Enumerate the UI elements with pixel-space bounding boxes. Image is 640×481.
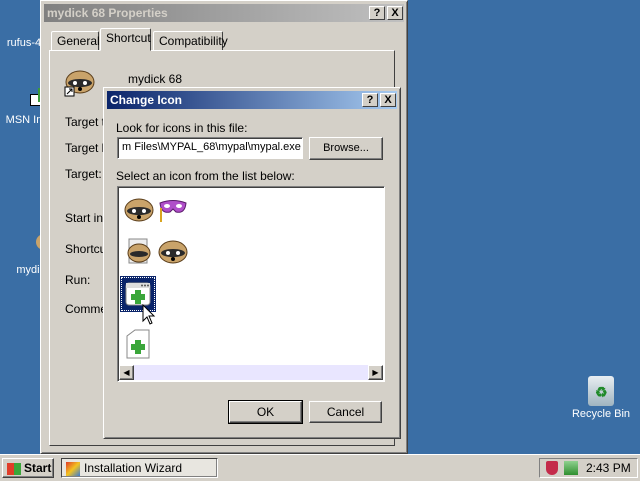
- scroll-left-button[interactable]: ◀: [119, 365, 134, 380]
- wizard-icon: [66, 461, 80, 476]
- rufus-icon: [8, 5, 40, 35]
- msn-icon: [8, 86, 46, 112]
- clock[interactable]: 2:43 PM: [586, 461, 631, 475]
- desktop-icon-recycle-bin[interactable]: ♻ Recycle Bin: [568, 376, 634, 420]
- field-label: Start in:: [65, 211, 107, 225]
- task-label: Installation Wizard: [84, 461, 183, 475]
- change-icon-titlebar[interactable]: Change Icon ? X: [107, 91, 397, 109]
- raccoon-icon[interactable]: [121, 191, 157, 227]
- doc-plus-icon[interactable]: [120, 326, 156, 362]
- raccoon-icon[interactable]: [155, 233, 191, 269]
- field-label: Shortcu: [65, 242, 107, 256]
- windows-logo-icon: [7, 462, 21, 475]
- desktop-icon-label: Recycle Bin: [571, 408, 631, 420]
- shortcut-raccoon-icon: [63, 65, 97, 97]
- start-label: Start: [24, 461, 52, 475]
- help-button[interactable]: ?: [362, 93, 378, 107]
- window-title: mydick 68 Properties: [47, 6, 168, 20]
- recycle-bin-icon: ♻: [588, 376, 614, 406]
- network-icon[interactable]: [564, 461, 578, 475]
- scroll-right-button[interactable]: ▶: [368, 365, 383, 380]
- select-icon-label: Select an icon from the list below:: [116, 169, 295, 183]
- icon-list[interactable]: ◀ ▶: [117, 186, 385, 382]
- field-label: Target:: [65, 167, 102, 181]
- browse-button[interactable]: Browse...: [309, 137, 383, 160]
- ok-button[interactable]: OK: [229, 401, 302, 423]
- change-icon-dialog: Change Icon ? X Look for icons in this f…: [103, 87, 401, 439]
- shield-icon[interactable]: [546, 461, 558, 475]
- shortcut-name: mydick 68: [128, 72, 183, 86]
- help-button[interactable]: ?: [369, 6, 385, 20]
- dialog-title: Change Icon: [110, 93, 183, 107]
- look-for-label: Look for icons in this file:: [116, 121, 248, 135]
- mask-icon[interactable]: [155, 191, 191, 227]
- tab-compatibility[interactable]: Compatibility: [153, 31, 228, 51]
- cancel-button[interactable]: Cancel: [309, 401, 382, 423]
- taskbar: Start Installation Wizard 2:43 PM: [0, 454, 640, 481]
- file-path-value: m Files\MYPAL_68\mypal\mypal.exe: [122, 141, 301, 153]
- start-button[interactable]: Start: [2, 458, 54, 478]
- taskbar-item-installation-wizard[interactable]: Installation Wizard: [61, 458, 218, 478]
- tab-shortcut[interactable]: Shortcut: [100, 28, 151, 51]
- file-path-input[interactable]: m Files\MYPAL_68\mypal\mypal.exe: [117, 137, 303, 159]
- close-button[interactable]: X: [387, 6, 403, 20]
- raccoon-doc-icon[interactable]: [121, 233, 157, 269]
- system-tray: 2:43 PM: [539, 458, 638, 478]
- mouse-cursor-icon: [142, 304, 156, 325]
- field-label: Run:: [65, 273, 91, 287]
- tab-general[interactable]: General: [51, 31, 100, 51]
- properties-titlebar[interactable]: mydick 68 Properties ? X: [44, 4, 404, 22]
- close-button[interactable]: X: [380, 93, 396, 107]
- horizontal-scrollbar[interactable]: ◀ ▶: [119, 365, 383, 380]
